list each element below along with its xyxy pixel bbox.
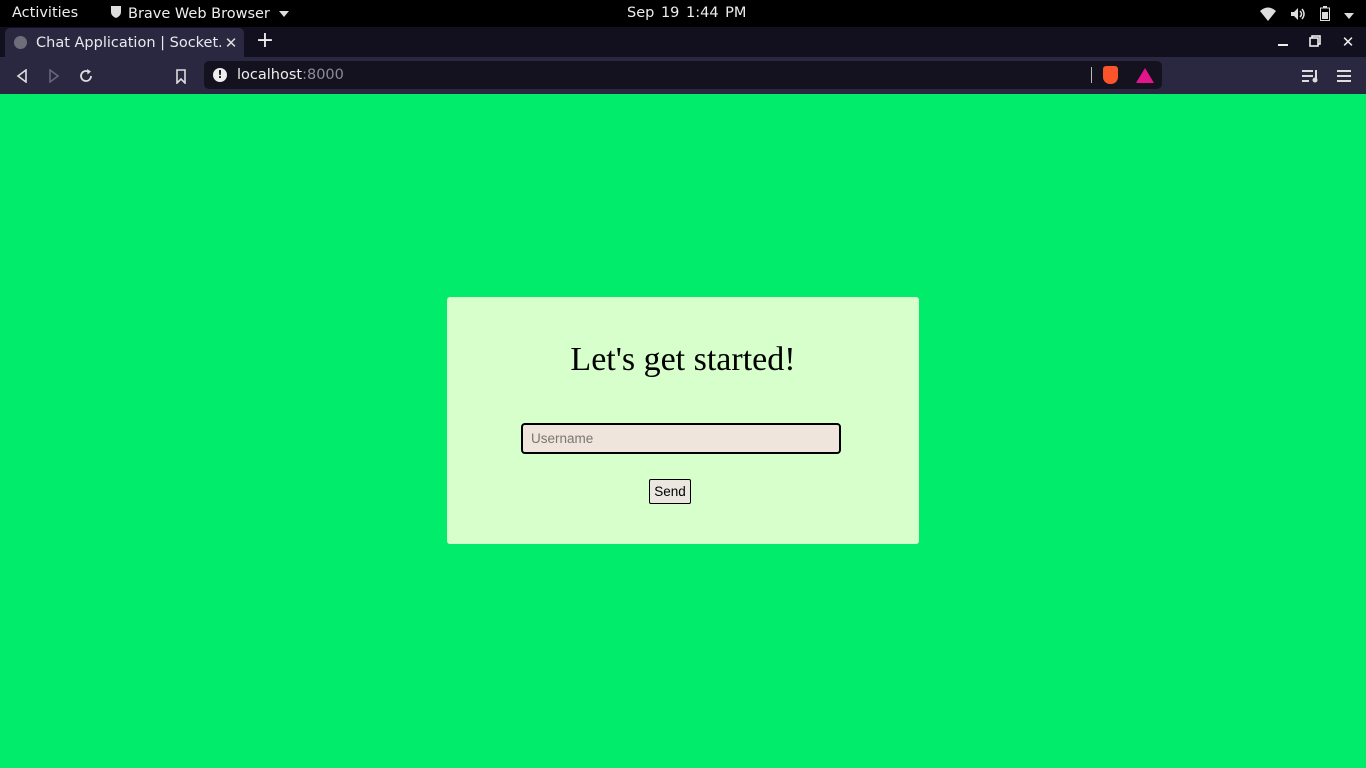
- battery-icon: [1320, 6, 1330, 25]
- wifi-icon: [1260, 7, 1276, 25]
- url-port: :8000: [302, 67, 344, 83]
- close-tab-icon[interactable]: ✕: [221, 34, 241, 52]
- close-window-icon[interactable]: ✕: [1337, 31, 1359, 53]
- playlist-icon: [1302, 70, 1318, 83]
- address-bar[interactable]: ! localhost:8000: [204, 61, 1162, 89]
- tab-chat-application[interactable]: Chat Application | Socket.io ✕: [5, 28, 244, 57]
- hamburger-menu-icon: [1337, 70, 1351, 82]
- power-menu-chevron-icon: [1344, 8, 1354, 24]
- address-bar-divider: [1091, 67, 1092, 83]
- media-playlist-button[interactable]: [1300, 65, 1322, 87]
- clock[interactable]: Sep 19 1:44 PM: [627, 5, 746, 21]
- bookmark-icon: [176, 68, 186, 84]
- url-host: localhost: [237, 67, 303, 83]
- navigation-bar: ! localhost:8000: [0, 57, 1366, 94]
- brave-rewards-icon[interactable]: [1136, 68, 1154, 83]
- app-menu-label: Brave Web Browser: [128, 6, 270, 22]
- tab-title: Chat Application | Socket.io: [36, 34, 221, 51]
- send-button[interactable]: Send: [649, 479, 691, 504]
- bookmark-button[interactable]: [170, 65, 192, 87]
- forward-button[interactable]: [43, 65, 65, 87]
- back-button[interactable]: [11, 65, 33, 87]
- username-input[interactable]: [521, 423, 841, 454]
- login-card: Let's get started! Send: [447, 297, 919, 544]
- back-icon: [16, 69, 27, 83]
- site-info-icon[interactable]: !: [213, 68, 227, 82]
- brave-shields-icon[interactable]: [1103, 66, 1118, 84]
- brave-app-icon: [110, 5, 122, 23]
- activities-button[interactable]: Activities: [12, 5, 78, 21]
- minimize-icon[interactable]: [1272, 31, 1294, 53]
- forward-icon: [49, 69, 60, 83]
- reload-icon: [80, 69, 92, 82]
- app-menu[interactable]: Brave Web Browser: [110, 5, 289, 23]
- new-tab-button[interactable]: +: [254, 29, 276, 53]
- reload-button[interactable]: [75, 65, 97, 87]
- page-heading: Let's get started!: [570, 341, 796, 378]
- chevron-down-icon: [278, 11, 289, 17]
- main-menu-button[interactable]: [1333, 65, 1355, 87]
- restore-icon[interactable]: [1304, 31, 1326, 53]
- url-text[interactable]: localhost:8000: [237, 67, 344, 83]
- system-tray[interactable]: [1260, 6, 1354, 25]
- volume-icon: [1290, 7, 1306, 25]
- tab-strip: Chat Application | Socket.io ✕ + ✕: [0, 27, 1366, 57]
- globe-icon: [14, 36, 27, 49]
- system-top-bar: Activities Brave Web Browser Sep 19 1:44…: [0, 0, 1366, 27]
